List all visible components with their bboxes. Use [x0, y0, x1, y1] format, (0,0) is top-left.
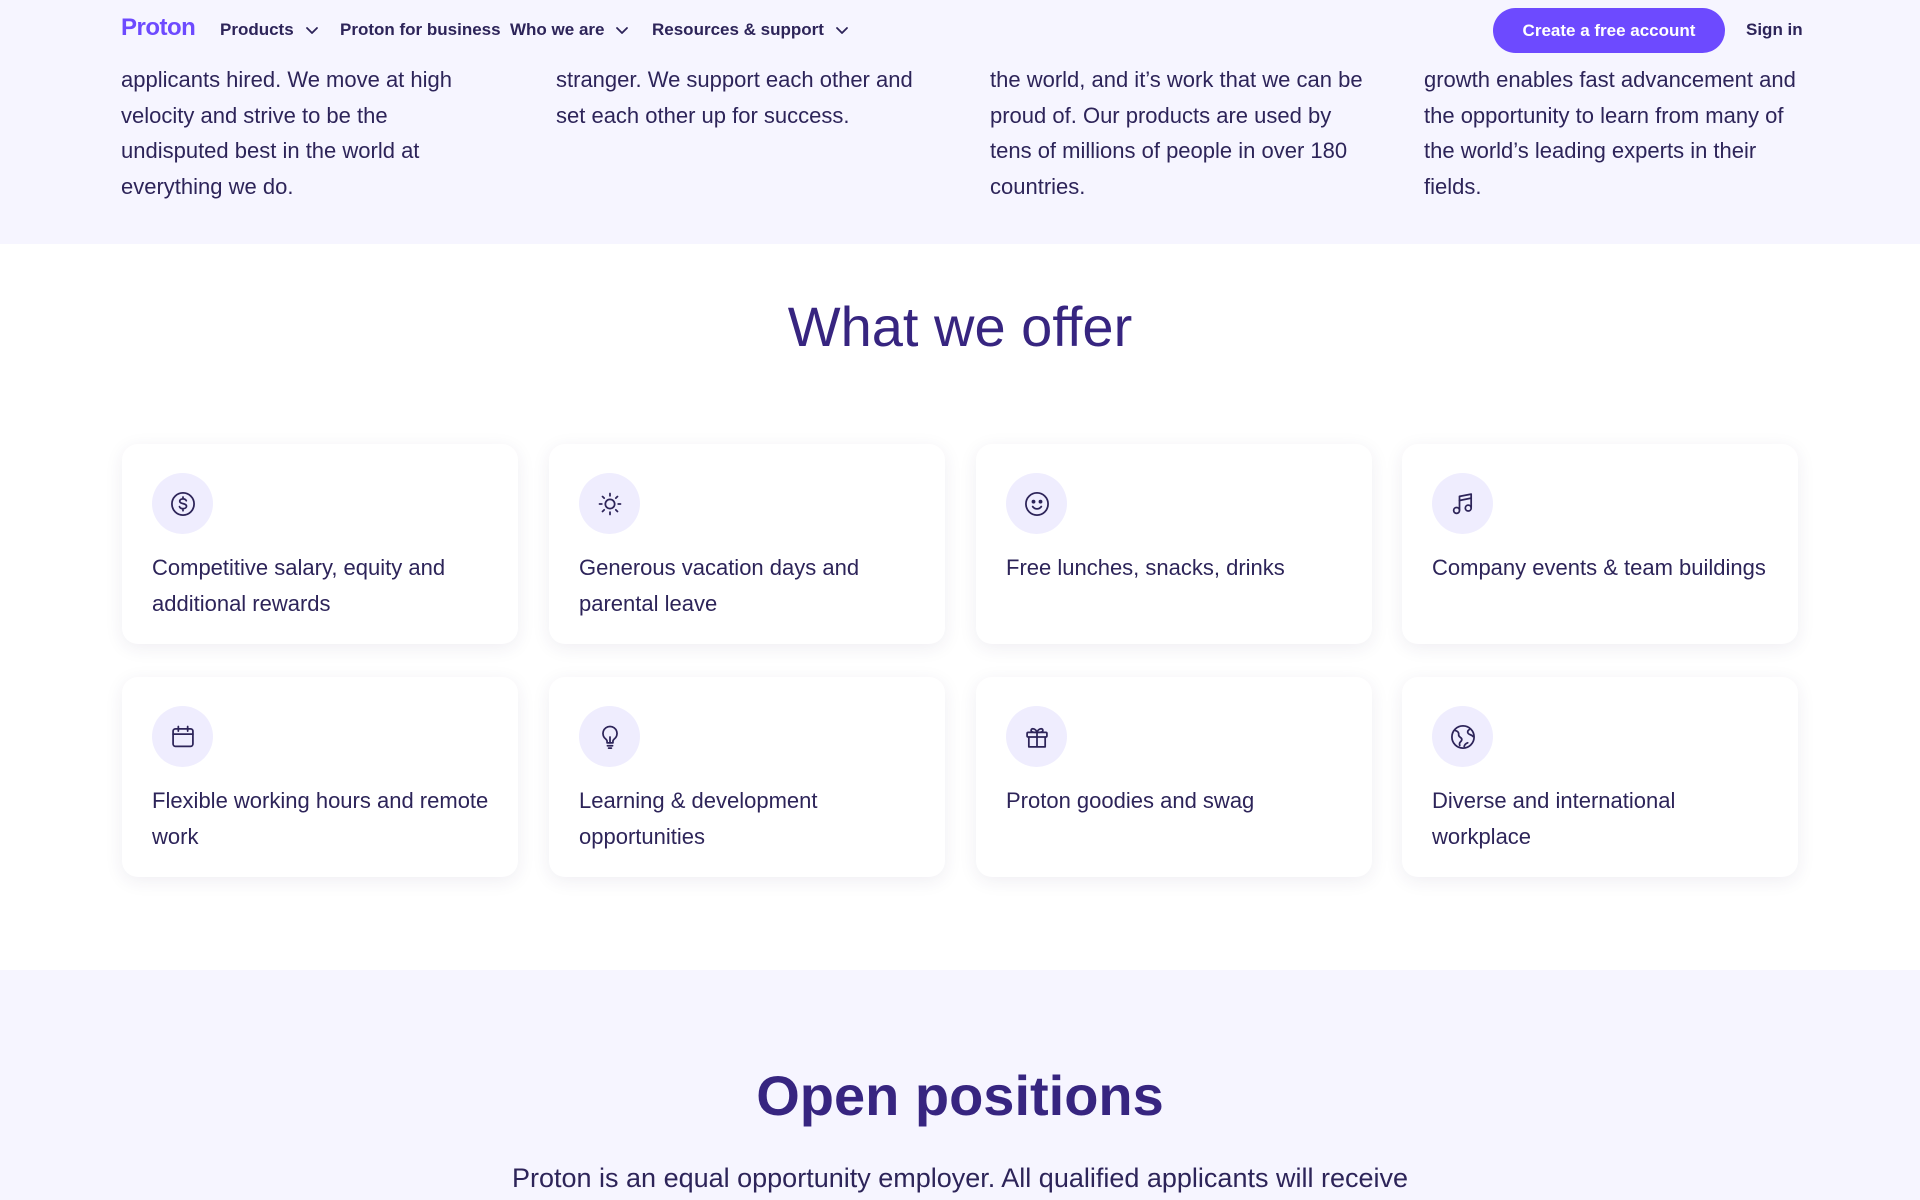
offer-icon-wrap [152, 706, 213, 767]
offer-icon-wrap [152, 473, 213, 534]
nav-proton-for-business[interactable]: Proton for business [340, 20, 501, 40]
offer-icon-wrap [1432, 706, 1493, 767]
nav-products[interactable]: Products [220, 20, 320, 40]
value-text-3: the world, and it’s work that we can be … [990, 67, 1363, 199]
offer-icon-wrap [579, 473, 640, 534]
offer-label: Diverse and international workplace [1432, 788, 1676, 849]
offer-card-goodies: Proton goodies and swag [976, 677, 1372, 877]
nav-resources-support[interactable]: Resources & support [652, 20, 850, 40]
offer-icon-wrap [579, 706, 640, 767]
value-text-2: stranger. We support each other and set … [556, 67, 913, 128]
value-text-4: growth enables fast advancement and the … [1424, 67, 1796, 199]
lightbulb-icon [601, 725, 618, 749]
nav-who-we-are[interactable]: Who we are [510, 20, 630, 40]
offer-card-learning: Learning & development opportunities [549, 677, 945, 877]
offer-label: Learning & development opportunities [579, 788, 818, 849]
create-account-button[interactable]: Create a free account [1493, 8, 1725, 53]
offer-label: Flexible working hours and remote work [152, 788, 489, 849]
site-header: Proton Products Proton for business Who … [0, 0, 1920, 62]
offer-card-diverse: Diverse and international workplace [1402, 677, 1798, 877]
sun-icon [598, 492, 621, 515]
globe-icon [1450, 724, 1475, 749]
nav-who-we-are-label: Who we are [510, 20, 605, 39]
positions-title: Open positions [756, 1064, 1164, 1127]
proton-logo[interactable]: Proton [121, 14, 196, 42]
offer-card-lunches: Free lunches, snacks, drinks [976, 444, 1372, 644]
chevron-down-icon [836, 27, 848, 34]
offer-label: Competitive salary, equity and additiona… [152, 555, 446, 616]
value-text-1: applicants hired. We move at high veloci… [121, 67, 452, 199]
offer-card-salary: Competitive salary, equity and additiona… [122, 444, 518, 644]
offer-card-events: Company events & team buildings [1402, 444, 1798, 644]
sign-in-link[interactable]: Sign in [1746, 20, 1803, 40]
gift-icon [1025, 727, 1048, 748]
smiley-icon [1024, 491, 1049, 516]
positions-intro: Proton is an equal opportunity employer.… [511, 1163, 1408, 1193]
chevron-down-icon [616, 27, 629, 34]
offer-icon-wrap [1006, 706, 1067, 767]
offer-icon-wrap [1006, 473, 1067, 534]
offer-label: Company events & team buildings [1432, 555, 1766, 580]
dollar-icon [170, 491, 195, 516]
offer-title: What we offer [787, 295, 1133, 358]
offer-label: Proton goodies and swag [1006, 788, 1255, 813]
nav-resources-label: Resources & support [652, 20, 824, 39]
offer-icon-wrap [1432, 473, 1493, 534]
offer-label: Free lunches, snacks, drinks [1006, 555, 1285, 580]
offer-card-flexible: Flexible working hours and remote work [122, 677, 518, 877]
nav-business-label: Proton for business [340, 20, 501, 39]
chevron-down-icon [305, 27, 318, 34]
offer-card-vacation: Generous vacation days and parental leav… [549, 444, 945, 644]
nav-products-label: Products [220, 20, 294, 39]
music-note-icon [1452, 492, 1472, 514]
offer-label: Generous vacation days and parental leav… [579, 555, 860, 616]
calendar-icon [171, 725, 194, 747]
